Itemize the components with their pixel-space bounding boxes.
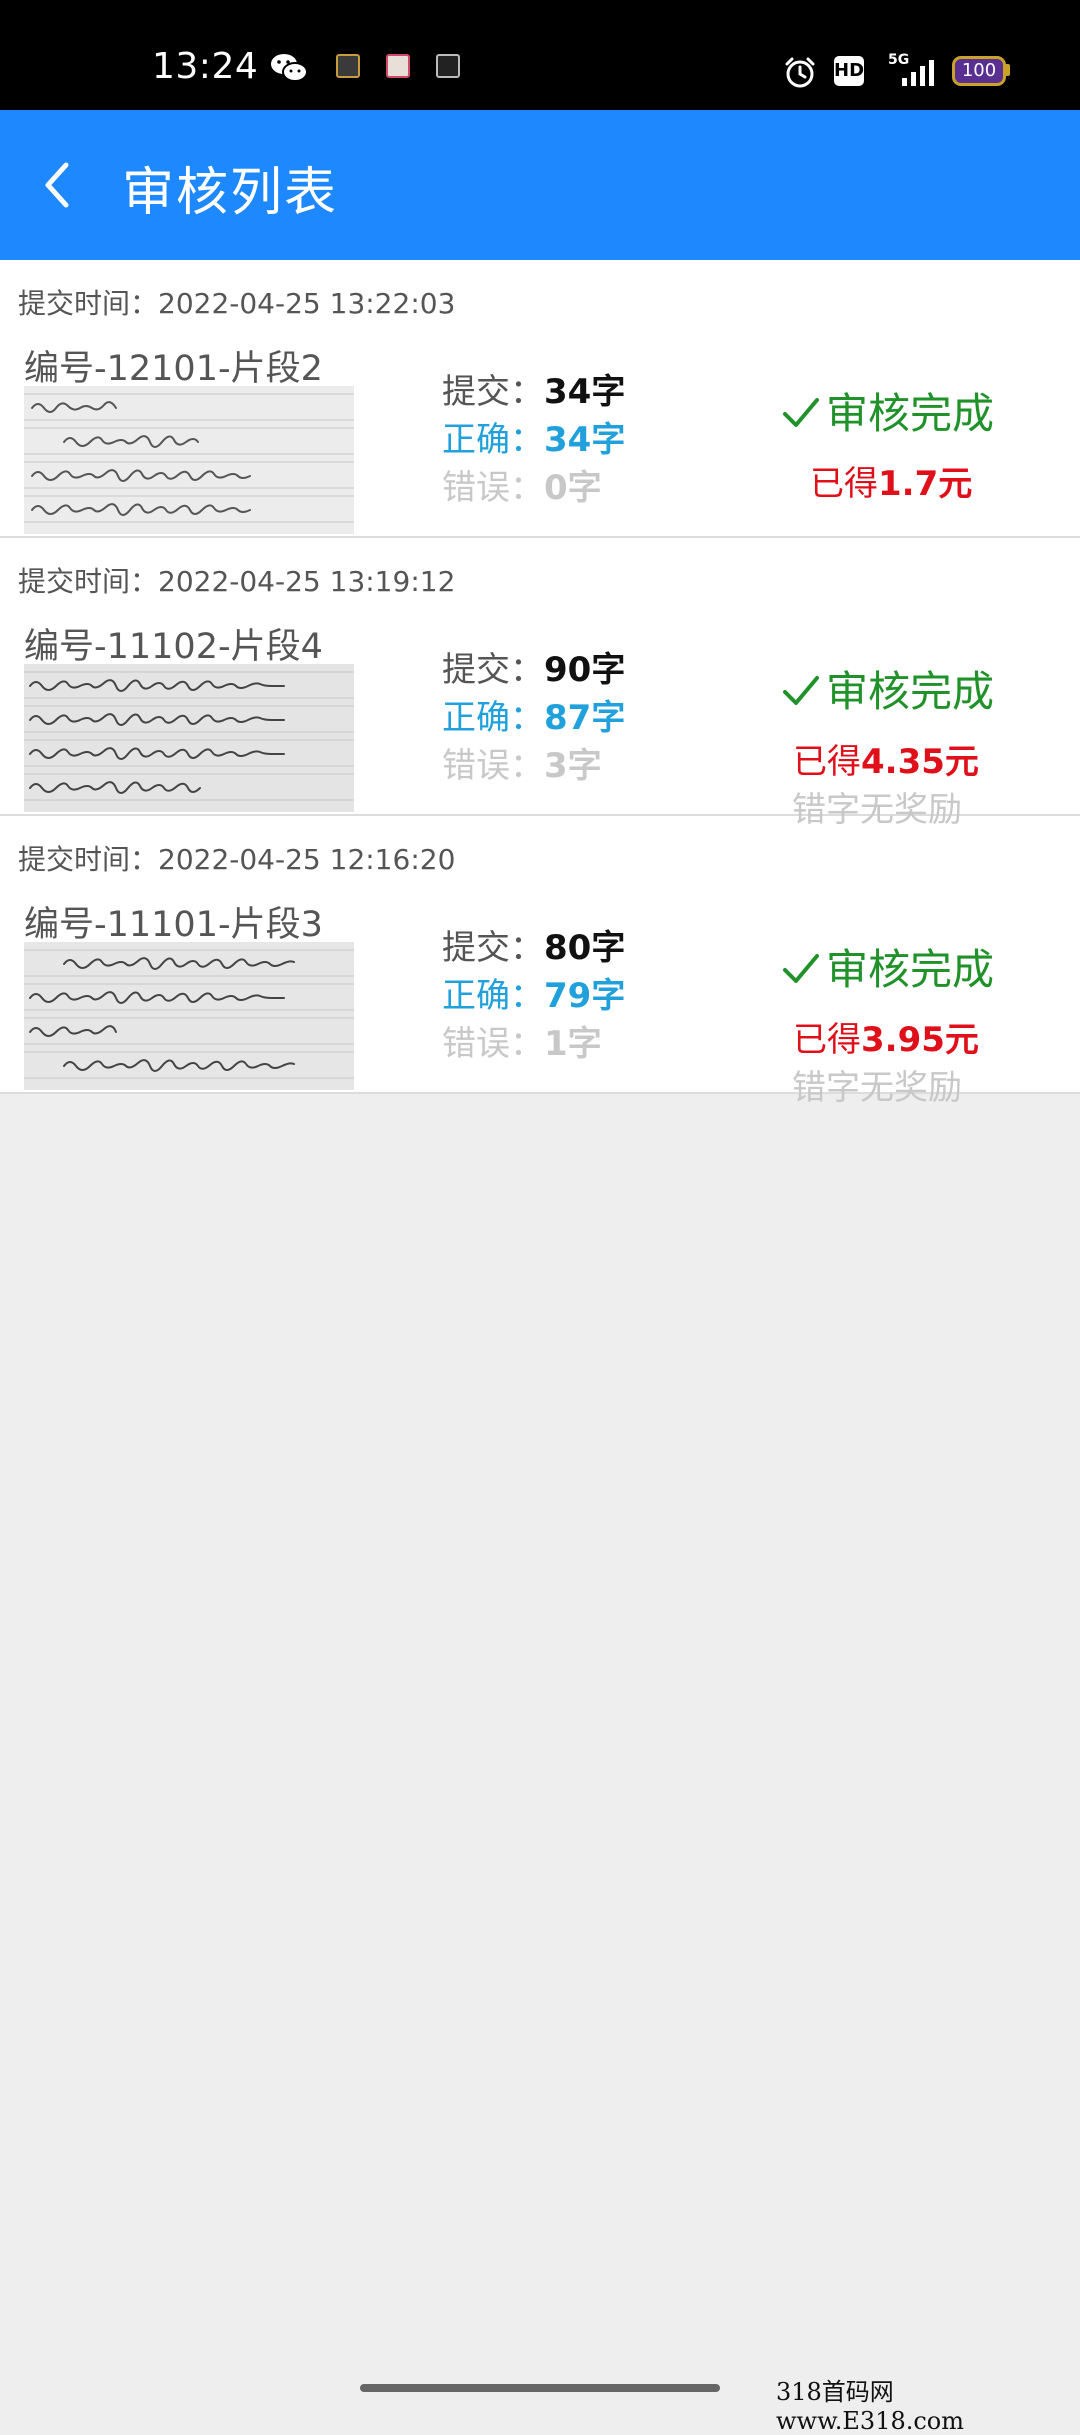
review-item[interactable]: 提交时间：2022-04-25 13:22:03 编号-12101-片段2 提交… <box>0 260 1080 538</box>
chevron-left-icon[interactable] <box>30 155 90 215</box>
signal-icon <box>902 60 934 86</box>
error-count: 错误：1字 <box>442 1024 602 1064</box>
status-time: 13:24 <box>152 46 259 87</box>
no-reward-note: 错字无奖励 <box>792 1068 962 1108</box>
alarm-icon <box>785 57 815 88</box>
correct-count: 正确：34字 <box>442 420 626 460</box>
home-indicator[interactable] <box>360 2384 720 2392</box>
hd-icon: HD <box>834 56 864 86</box>
item-id: 编号-12101-片段2 <box>24 349 323 389</box>
notification-icon <box>436 54 460 78</box>
app-bar: 审核列表 <box>0 110 1080 260</box>
error-count: 错误：3字 <box>442 746 602 786</box>
handwriting-thumbnail[interactable] <box>24 664 354 812</box>
submitted-count: 提交：34字 <box>442 372 626 412</box>
wechat-icon <box>271 54 308 82</box>
item-id: 编号-11102-片段4 <box>24 627 323 667</box>
submit-time: 提交时间：2022-04-25 12:16:20 <box>18 843 456 876</box>
status-badge: 审核完成 <box>782 380 994 441</box>
status-badge: 审核完成 <box>782 658 994 719</box>
status-badge: 审核完成 <box>782 936 994 997</box>
submit-time: 提交时间：2022-04-25 13:19:12 <box>18 565 456 598</box>
earned-amount: 已得4.35元 <box>793 742 979 782</box>
watermark: 318首码网 www.E318.com <box>776 2378 965 2435</box>
check-icon <box>783 676 819 705</box>
check-icon <box>783 954 819 983</box>
earned-amount: 已得3.95元 <box>793 1020 979 1060</box>
check-icon <box>783 398 819 427</box>
page-title: 审核列表 <box>122 163 339 223</box>
correct-count: 正确：79字 <box>442 976 626 1016</box>
submitted-count: 提交：80字 <box>442 928 626 968</box>
earned-amount: 已得1.7元 <box>810 464 973 504</box>
review-item[interactable]: 提交时间：2022-04-25 12:16:20 编号-11101-片段3 提交… <box>0 816 1080 1108</box>
submitted-count: 提交：90字 <box>442 650 626 690</box>
error-count: 错误：0字 <box>442 468 602 508</box>
item-id: 编号-11101-片段3 <box>24 905 323 945</box>
notification-icon <box>336 54 360 78</box>
submit-time: 提交时间：2022-04-25 13:22:03 <box>18 287 456 320</box>
battery-icon: 100 <box>952 56 1006 86</box>
status-bar: 13:24 HD 5G 100 <box>0 0 1080 110</box>
correct-count: 正确：87字 <box>442 698 626 738</box>
battery-tip <box>1006 64 1010 76</box>
handwriting-thumbnail[interactable] <box>24 942 354 1090</box>
notification-icon <box>386 54 410 78</box>
review-list: 提交时间：2022-04-25 13:22:03 编号-12101-片段2 提交… <box>0 260 1080 1108</box>
handwriting-thumbnail[interactable] <box>24 386 354 534</box>
review-item[interactable]: 提交时间：2022-04-25 13:19:12 编号-11102-片段4 提交… <box>0 538 1080 830</box>
